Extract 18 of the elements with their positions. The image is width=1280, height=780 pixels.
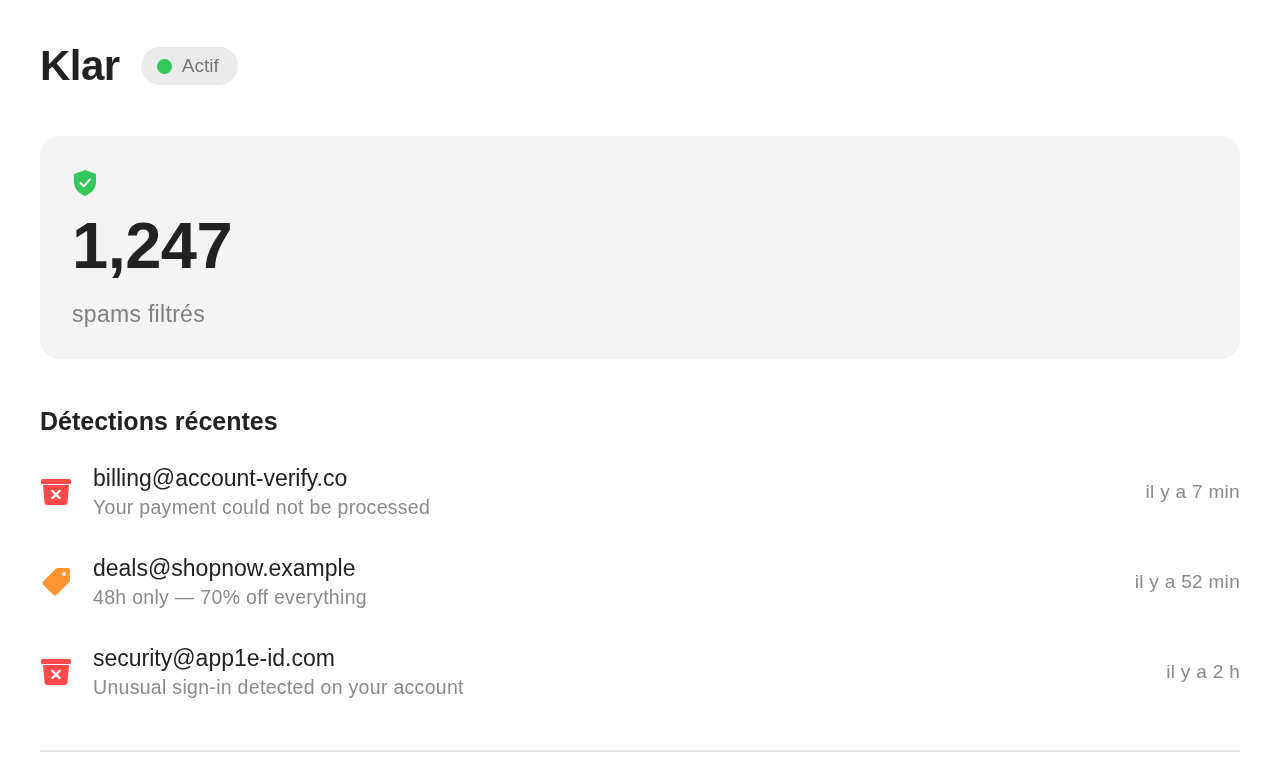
sender-address: billing@account-verify.co <box>93 464 348 492</box>
email-subject: Your payment could not be processed <box>93 495 431 520</box>
sender-address: deals@shopnow.example <box>93 554 356 582</box>
shield-check-icon <box>74 170 96 196</box>
email-subject: 48h only — 70% off everything <box>93 585 367 610</box>
sender-address: security@app1e-id.com <box>93 644 335 672</box>
detection-time: il y a 2 h <box>1166 660 1240 684</box>
trash-x-icon <box>41 479 71 505</box>
status-label: Actif <box>181 54 219 78</box>
detection-time: il y a 52 min <box>1134 570 1240 594</box>
app-title: Klar <box>40 41 120 91</box>
detection-time: il y a 7 min <box>1145 480 1240 504</box>
tag-icon <box>41 567 71 597</box>
spam-count: 1,247 <box>72 210 233 282</box>
trash-x-icon <box>41 659 71 685</box>
count-caption: spams filtrés <box>72 300 205 329</box>
section-heading: Détections récentes <box>40 406 279 437</box>
email-subject: Unusual sign-in detected on your account <box>93 675 464 700</box>
